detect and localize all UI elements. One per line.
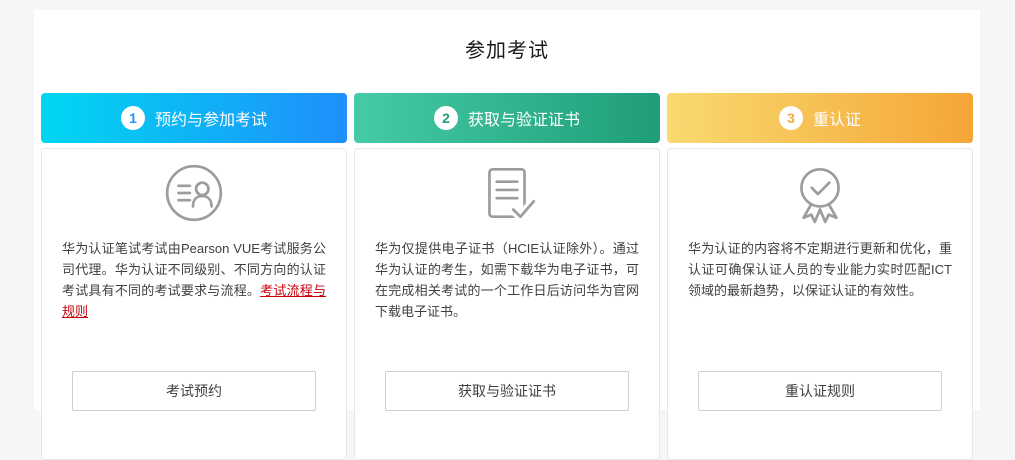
document-check-icon [355, 158, 659, 228]
recertification-rules-button[interactable]: 重认证规则 [698, 371, 942, 411]
step-column-booking: 1 预约与参加考试 华为认证笔试考试由Pearson VUE考试服务公司代理。华… [41, 93, 347, 460]
step-column-recertification: 3 重认证 华为认证的内容将不定期进行更新和优化，重认证可确保认证人员的专业能力… [667, 93, 973, 460]
card-recertification: 华为认证的内容将不定期进行更新和优化，重认证可确保认证人员的专业能力实时匹配IC… [667, 148, 973, 460]
page-title: 参加考试 [465, 40, 549, 62]
profile-list-circle-icon [42, 158, 346, 228]
card-description-text: 华为仅提供电子证书（HCIE认证除外）。通过华为认证的考生，如需下载华为电子证书… [375, 241, 639, 319]
badge-check-icon [668, 158, 972, 228]
step-header-label: 获取与验证证书 [467, 112, 580, 129]
step-header-recertification: 3 重认证 [667, 93, 973, 143]
step-header-booking: 1 预约与参加考试 [41, 93, 347, 143]
content-container: 参加考试 1 预约与参加考试 华为认证笔试考试由Pearson VUE考试服务公… [34, 10, 980, 460]
card-description-text: 华为认证的内容将不定期进行更新和优化，重认证可确保认证人员的专业能力实时匹配IC… [688, 241, 952, 298]
card-certificate: 华为仅提供电子证书（HCIE认证除外）。通过华为认证的考生，如需下载华为电子证书… [354, 148, 660, 460]
card-description: 华为认证笔试考试由Pearson VUE考试服务公司代理。华为认证不同级别、不同… [62, 238, 326, 322]
steps-row: 1 预约与参加考试 华为认证笔试考试由Pearson VUE考试服务公司代理。华… [34, 93, 980, 460]
exam-booking-button[interactable]: 考试预约 [72, 371, 316, 411]
step-column-certificate: 2 获取与验证证书 华为仅提供电子证书（HCIE认证除外）。通过华为认证的考生，… [354, 93, 660, 460]
card-description: 华为认证的内容将不定期进行更新和优化，重认证可确保认证人员的专业能力实时匹配IC… [688, 238, 952, 301]
card-description: 华为仅提供电子证书（HCIE认证除外）。通过华为认证的考生，如需下载华为电子证书… [375, 238, 639, 322]
step-number-badge: 2 [433, 106, 458, 130]
get-verify-certificate-button[interactable]: 获取与验证证书 [385, 371, 629, 411]
step-number-badge: 1 [120, 106, 145, 130]
card-booking: 华为认证笔试考试由Pearson VUE考试服务公司代理。华为认证不同级别、不同… [41, 148, 347, 460]
step-header-certificate: 2 获取与验证证书 [354, 93, 660, 143]
step-header-label: 预约与参加考试 [154, 112, 267, 129]
step-header-label: 重认证 [812, 112, 861, 129]
step-number-badge: 3 [778, 106, 803, 130]
